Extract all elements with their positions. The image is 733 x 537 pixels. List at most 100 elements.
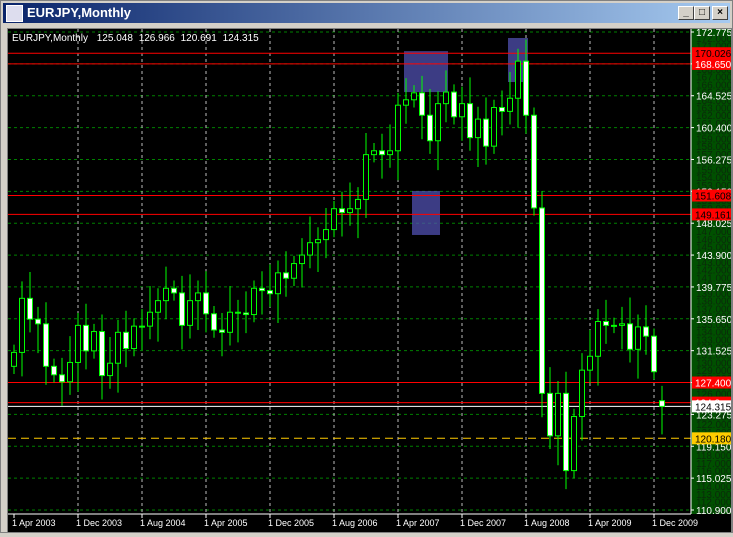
bull-candle	[555, 392, 561, 437]
bear-candle	[211, 313, 217, 331]
bear-candle	[83, 324, 89, 352]
bull-candle	[515, 60, 521, 99]
bull-candle	[195, 292, 201, 302]
bull-candle	[347, 208, 353, 214]
price-label: 164.525	[696, 92, 731, 103]
bull-candle	[571, 416, 577, 472]
bull-candle	[91, 331, 97, 352]
bull-candle	[579, 369, 585, 418]
bull-candle	[307, 242, 313, 256]
chart-header: EURJPY,Monthly 125.048 126.966 120.691 1…	[12, 33, 259, 44]
time-label: 1 Apr 2005	[204, 518, 248, 528]
bear-candle	[203, 292, 209, 315]
bear-candle	[235, 311, 241, 314]
highlight-zone	[404, 51, 448, 93]
price-label: 156.275	[696, 155, 731, 166]
bull-candle	[131, 325, 137, 350]
bull-candle	[435, 103, 441, 142]
bull-candle	[387, 150, 393, 156]
chart-window-icon	[6, 5, 23, 22]
bear-candle	[651, 335, 657, 373]
time-label: 1 Aug 2004	[140, 518, 186, 528]
time-label: 1 Dec 2003	[76, 518, 122, 528]
bear-candle	[43, 323, 49, 367]
price-label: 110.900	[696, 506, 731, 517]
bull-candle	[595, 321, 601, 357]
bull-candle	[619, 323, 625, 326]
bull-candle	[139, 325, 145, 328]
bear-candle	[451, 91, 457, 118]
bull-candle	[115, 331, 121, 364]
bear-candle	[99, 331, 105, 377]
price-level-label: 149.161	[695, 210, 731, 221]
bull-candle	[163, 287, 169, 302]
bear-candle	[339, 208, 345, 214]
bear-candle	[179, 292, 185, 326]
bear-candle	[379, 150, 385, 156]
price-label: 135.650	[696, 315, 731, 326]
bull-candle	[67, 361, 73, 383]
bear-candle	[659, 400, 665, 407]
minimize-button[interactable]: _	[678, 6, 694, 20]
bear-candle	[523, 60, 529, 116]
bull-candle	[587, 355, 593, 371]
price-label: 139.775	[696, 283, 731, 294]
bear-candle	[499, 107, 505, 112]
price-level-label: 168.650	[695, 60, 731, 71]
bull-candle	[11, 351, 17, 367]
price-label: 115.025	[696, 474, 731, 485]
price-chart[interactable]: 111.000 112.000 113.000 114.000 115.000 116.0…	[7, 28, 733, 533]
close-button[interactable]: ×	[712, 6, 728, 20]
price-level-label: 124.315	[695, 402, 731, 413]
bull-candle	[363, 154, 369, 200]
bear-candle	[539, 207, 545, 394]
maximize-button[interactable]: □	[694, 6, 710, 20]
bull-candle	[75, 324, 81, 363]
bull-candle	[475, 118, 481, 139]
price-level-label: 120.180	[695, 434, 731, 445]
bear-candle	[643, 326, 649, 337]
time-label: 1 Aug 2006	[332, 518, 378, 528]
window-title: EURJPY,Monthly	[27, 5, 132, 20]
bull-candle	[227, 311, 233, 333]
time-label: 1 Dec 2009	[652, 518, 698, 528]
bull-candle	[299, 254, 305, 265]
bull-candle	[507, 97, 513, 112]
bear-candle	[547, 392, 553, 437]
bear-candle	[27, 297, 33, 320]
bear-candle	[123, 331, 129, 350]
bull-candle	[147, 311, 153, 327]
bull-candle	[155, 300, 161, 313]
bear-candle	[219, 329, 225, 333]
bull-candle	[371, 150, 377, 156]
bear-candle	[419, 92, 425, 116]
bear-candle	[59, 374, 65, 383]
bear-candle	[35, 318, 41, 325]
price-label: 143.900	[696, 251, 731, 262]
price-label: 131.525	[696, 347, 731, 358]
bull-candle	[323, 229, 329, 241]
bear-candle	[531, 114, 537, 209]
price-level-label: 127.400	[695, 379, 731, 390]
bull-candle	[331, 208, 337, 231]
bear-candle	[51, 365, 57, 376]
time-label: 1 Apr 2009	[588, 518, 632, 528]
bull-candle	[635, 326, 641, 350]
bear-candle	[603, 321, 609, 326]
bear-candle	[627, 323, 633, 350]
bull-candle	[251, 287, 257, 316]
time-label: 1 Dec 2007	[460, 518, 506, 528]
bull-candle	[403, 99, 409, 106]
price-label: 160.400	[696, 124, 731, 135]
bull-candle	[491, 107, 497, 147]
time-label: 1 Apr 2007	[396, 518, 440, 528]
bear-candle	[259, 287, 265, 292]
bull-candle	[275, 272, 281, 295]
bear-candle	[171, 287, 177, 294]
bull-candle	[459, 103, 465, 118]
bull-candle	[395, 104, 401, 152]
bear-candle	[267, 290, 273, 295]
bull-candle	[443, 91, 449, 105]
bear-candle	[483, 118, 489, 147]
price-level-label: 151.608	[695, 192, 731, 203]
